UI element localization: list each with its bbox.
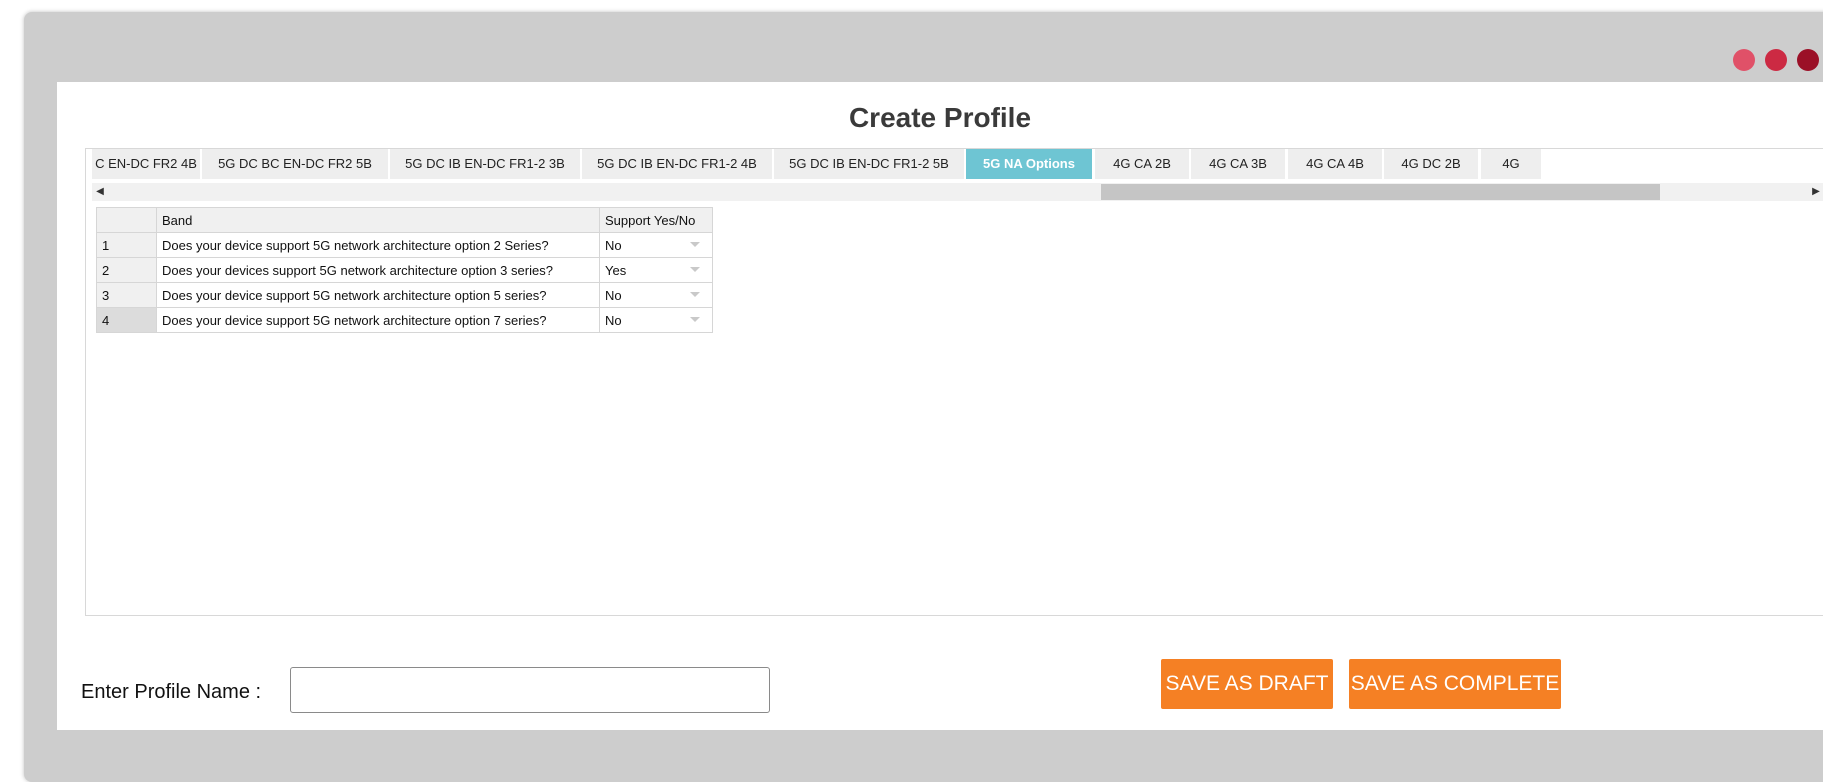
tab-scrollbar[interactable]: ◀ ▶ [92, 183, 1823, 201]
tab-5g-dc-ib-en-dc-fr1-2-5b[interactable]: 5G DC IB EN-DC FR1-2 5B [774, 149, 964, 179]
page-title: Create Profile [848, 102, 1032, 133]
question-cell[interactable]: Does your device support 5G network arch… [156, 282, 600, 308]
dropdown-caret-icon[interactable] [690, 267, 700, 272]
tab-5g-dc-ib-en-dc-fr1-2-4b[interactable]: 5G DC IB EN-DC FR1-2 4B [582, 149, 772, 179]
question-cell[interactable]: Does your device support 5G network arch… [156, 232, 600, 258]
row-number-header [96, 207, 157, 233]
tab-5g-dc-ib-en-dc-fr1-2-3b[interactable]: 5G DC IB EN-DC FR1-2 3B [390, 149, 580, 179]
window-dot-3[interactable] [1797, 49, 1819, 71]
window-dot-1[interactable] [1733, 49, 1755, 71]
arrow-left-icon[interactable]: ◀ [92, 183, 108, 201]
table-row: 2 Does your devices support 5G network a… [96, 257, 713, 283]
support-value: No [605, 237, 622, 253]
dropdown-caret-icon[interactable] [690, 242, 700, 247]
band-column-header: Band [156, 207, 600, 233]
support-select[interactable]: No [599, 282, 713, 308]
scrollbar-thumb[interactable] [1101, 184, 1660, 200]
support-value: No [605, 287, 622, 303]
window-dot-2[interactable] [1765, 49, 1787, 71]
question-cell[interactable]: Does your devices support 5G network arc… [156, 257, 600, 283]
row-number: 3 [96, 282, 157, 308]
profile-name-input[interactable] [290, 667, 770, 713]
table-row: 4 Does your device support 5G network ar… [96, 307, 713, 333]
tab-5g-na-options[interactable]: 5G NA Options [966, 149, 1092, 179]
options-table: Band Support Yes/No 1 Does your device s… [96, 207, 713, 333]
tab-4g-ca-4b[interactable]: 4G CA 4B [1288, 149, 1382, 179]
support-value: No [605, 312, 622, 328]
tab-4g-ca-3b[interactable]: 4G CA 3B [1191, 149, 1285, 179]
tab-4g[interactable]: 4G [1481, 149, 1541, 179]
table-row: 1 Does your device support 5G network ar… [96, 232, 713, 258]
save-as-draft-button[interactable]: SAVE AS DRAFT [1161, 659, 1333, 709]
support-select[interactable]: No [599, 232, 713, 258]
dropdown-caret-icon[interactable] [690, 292, 700, 297]
sheet-tab-strip: C EN-DC FR2 4B 5G DC BC EN-DC FR2 5B 5G DC… [92, 149, 1823, 183]
support-select[interactable]: Yes [599, 257, 713, 283]
question-cell[interactable]: Does your device support 5G network arch… [156, 307, 600, 333]
arrow-right-icon[interactable]: ▶ [1808, 183, 1823, 201]
save-as-complete-button[interactable]: SAVE AS COMPLETE [1349, 659, 1561, 709]
table-header-row: Band Support Yes/No [96, 207, 713, 233]
row-number: 4 [96, 307, 157, 333]
tab-c-en-dc-fr2-4b[interactable]: C EN-DC FR2 4B [92, 149, 200, 179]
support-select[interactable]: No [599, 307, 713, 333]
table-row: 3 Does your device support 5G network ar… [96, 282, 713, 308]
row-number: 2 [96, 257, 157, 283]
tab-5g-dc-bc-en-dc-fr2-5b[interactable]: 5G DC BC EN-DC FR2 5B [202, 149, 388, 179]
create-profile-panel: Create Profile C EN-DC FR2 4B 5G DC BC EN… [57, 82, 1823, 730]
tab-4g-ca-2b[interactable]: 4G CA 2B [1095, 149, 1189, 179]
profile-name-label: Enter Profile Name : [81, 681, 262, 703]
dropdown-caret-icon[interactable] [690, 317, 700, 322]
support-value: Yes [605, 262, 627, 278]
tab-4g-dc-2b[interactable]: 4G DC 2B [1384, 149, 1478, 179]
row-number: 1 [96, 232, 157, 258]
support-column-header: Support Yes/No [599, 207, 713, 233]
spreadsheet-container: C EN-DC FR2 4B 5G DC BC EN-DC FR2 5B 5G DC… [85, 148, 1823, 616]
